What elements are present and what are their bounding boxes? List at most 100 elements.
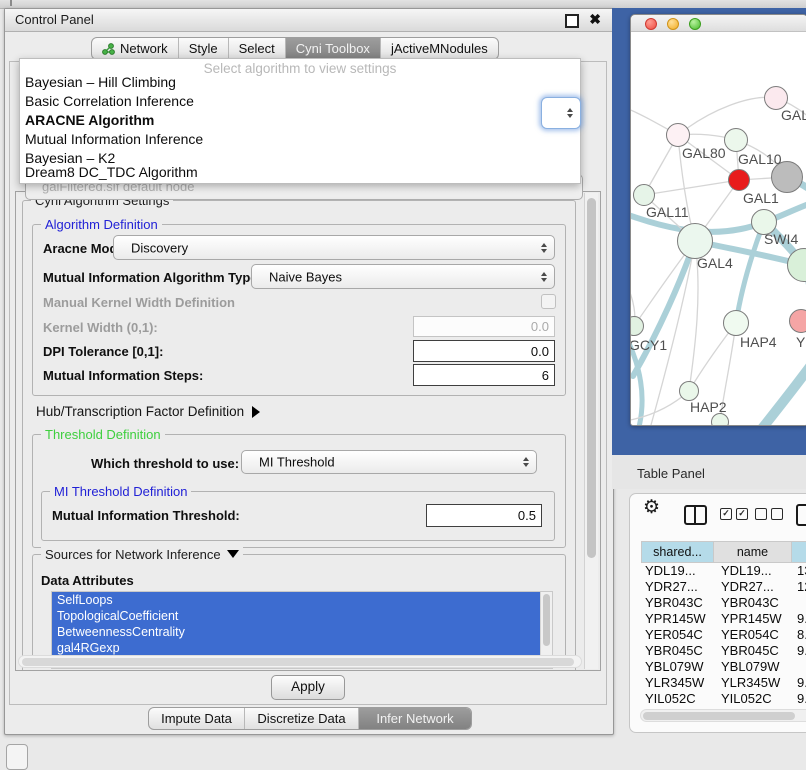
table-row[interactable]: YDL19...YDL19...13 <box>641 563 806 579</box>
graph-node[interactable] <box>723 310 749 336</box>
which-threshold-combo[interactable]: MI Threshold <box>241 450 537 474</box>
data-attributes-label: Data Attributes <box>41 573 134 588</box>
node-label: GAL4 <box>697 255 733 271</box>
list-item[interactable]: BetweennessCentrality <box>52 624 545 640</box>
column-header[interactable]: shared... <box>641 541 713 563</box>
mi-type-combo[interactable]: Naive Bayes <box>251 264 555 289</box>
scrollbar-thumb[interactable] <box>643 712 795 720</box>
manual-kernel-label: Manual Kernel Width Definition <box>43 295 235 310</box>
table-row[interactable]: YBR043CYBR043C <box>641 595 806 611</box>
graph-node-selected[interactable] <box>728 169 750 191</box>
apply-button[interactable]: Apply <box>271 675 345 700</box>
list-item[interactable]: gal4RGexp <box>52 640 545 656</box>
aracne-mode-combo[interactable]: Discovery <box>113 235 555 260</box>
deselect-all-checkboxes-icon[interactable] <box>755 508 783 520</box>
tab-cyni-toolbox[interactable]: Cyni Toolbox <box>286 38 381 59</box>
hub-definition-expander[interactable]: Hub/Transcription Factor Definition <box>36 404 260 419</box>
dropdown-item-dream8[interactable]: Dream8 DC_TDC Algorithm <box>20 163 580 182</box>
algorithm-combo-focus-ring[interactable] <box>541 97 581 129</box>
window-title: Control Panel <box>15 12 94 27</box>
table-header-row: shared... name <box>641 541 806 563</box>
threshold-definition-title: Threshold Definition <box>41 427 165 442</box>
node-label: GAL80 <box>682 145 726 161</box>
mi-type-label: Mutual Information Algorithm Type: <box>43 270 262 285</box>
table-row[interactable]: YER054CYER054C8. <box>641 627 806 643</box>
list-item[interactable]: SelfLoops <box>52 592 545 608</box>
node-label: Y <box>796 334 805 350</box>
tab-network[interactable]: Network <box>92 38 179 59</box>
zoom-traffic-light-icon[interactable] <box>689 18 701 30</box>
node-label: GCY1 <box>631 337 667 353</box>
minimized-panel-icon[interactable] <box>6 744 28 770</box>
kernel-width-field[interactable] <box>413 316 555 337</box>
graph-node[interactable] <box>633 184 655 206</box>
table-function-icon[interactable] <box>796 504 806 526</box>
mi-steps-field[interactable] <box>413 364 555 386</box>
column-header[interactable] <box>791 541 806 563</box>
tab-jactivemnodules[interactable]: jActiveMNodules <box>381 38 498 59</box>
table-panel: ⚙ ✓✓ shared... name YDL19...YDL19...13 Y… <box>629 493 806 733</box>
dropdown-item-basic-correlation[interactable]: Basic Correlation Inference <box>20 92 580 111</box>
algorithm-definition-title: Algorithm Definition <box>41 217 162 232</box>
tab-style[interactable]: Style <box>179 38 229 59</box>
graph-node[interactable] <box>666 123 690 147</box>
close-traffic-light-icon[interactable] <box>645 18 657 30</box>
float-window-icon[interactable] <box>565 14 579 28</box>
table-row[interactable]: YPR145WYPR145W9. <box>641 611 806 627</box>
scrollbar-thumb[interactable] <box>587 198 596 558</box>
dropdown-item-bayesian-hill-climbing[interactable]: Bayesian – Hill Climbing <box>20 73 580 92</box>
control-panel-window: Control Panel ✖ Network Style Select Cyn… <box>4 8 614 735</box>
table-panel-title: Table Panel <box>637 466 705 481</box>
mi-steps-label: Mutual Information Steps: <box>43 368 203 383</box>
gear-icon[interactable]: ⚙ <box>643 496 660 519</box>
network-view-window[interactable]: GAL GAL80 GAL10 GAL1 GAL11 SWI4 GAL4 GCY… <box>630 14 806 426</box>
manual-kernel-checkbox[interactable] <box>541 294 556 309</box>
table-panel-header: Table Panel <box>612 455 806 489</box>
mi-threshold-title: MI Threshold Definition <box>50 484 191 499</box>
combo-stepper-icon <box>523 457 529 467</box>
columns-icon[interactable] <box>684 505 707 525</box>
control-panel-tabs: Network Style Select Cyni Toolbox jActiv… <box>91 37 499 60</box>
tab-infer-network[interactable]: Infer Network <box>359 708 471 729</box>
table-row[interactable]: YDR27...YDR27...12 <box>641 579 806 595</box>
node-label: GAL10 <box>738 151 782 167</box>
dropdown-item-mutual-information[interactable]: Mutual Information Inference <box>20 130 580 149</box>
close-icon[interactable]: ✖ <box>589 11 601 28</box>
control-panel-titlebar[interactable]: Control Panel ✖ <box>5 9 613 32</box>
network-graph-canvas[interactable]: GAL GAL80 GAL10 GAL1 GAL11 SWI4 GAL4 GCY… <box>631 31 806 425</box>
table-horizontal-scrollbar[interactable] <box>640 709 806 722</box>
minimize-traffic-light-icon[interactable] <box>667 18 679 30</box>
combo-stepper-icon <box>541 243 547 253</box>
graph-node[interactable] <box>679 381 699 401</box>
dpi-tolerance-label: DPI Tolerance [0,1]: <box>43 344 163 359</box>
algorithm-definition-group: Algorithm Definition Aracne Mode: Discov… <box>32 224 566 396</box>
graph-node[interactable] <box>677 223 713 259</box>
list-item[interactable]: TopologicalCoefficient <box>52 608 545 624</box>
dropdown-item-aracne[interactable]: ARACNE Algorithm <box>20 111 580 130</box>
tab-discretize-data[interactable]: Discretize Data <box>245 708 359 729</box>
graph-node[interactable] <box>724 128 748 152</box>
algorithm-dropdown-popup: Select algorithm to view settings Bayesi… <box>19 58 581 184</box>
sources-title[interactable]: Sources for Network Inference <box>41 547 243 562</box>
table-row[interactable]: YBL079WYBL079W <box>641 659 806 675</box>
window-edge-mark <box>10 0 12 6</box>
node-label: SWI4 <box>764 231 798 247</box>
settings-vertical-scrollbar[interactable] <box>584 193 598 669</box>
cyni-bottom-tabs: Impute Data Discretize Data Infer Networ… <box>148 707 472 730</box>
scrollbar-thumb[interactable] <box>22 658 574 666</box>
tab-impute-data[interactable]: Impute Data <box>149 708 245 729</box>
settings-horizontal-scrollbar[interactable] <box>18 655 582 668</box>
table-row[interactable]: YBR045CYBR045C9. <box>641 643 806 659</box>
expand-arrow-icon <box>252 406 260 418</box>
graph-node[interactable] <box>789 309 806 333</box>
dpi-tolerance-field[interactable] <box>413 340 555 362</box>
threshold-definition-group: Threshold Definition Which threshold to … <box>32 434 566 548</box>
select-all-checkboxes-icon[interactable]: ✓✓ <box>720 508 748 520</box>
table-row[interactable]: YIL052CYIL052C9. <box>641 691 806 707</box>
mi-threshold-field[interactable] <box>426 504 542 527</box>
tab-select[interactable]: Select <box>229 38 286 59</box>
network-window-titlebar[interactable] <box>631 15 806 32</box>
column-header[interactable]: name <box>713 541 791 563</box>
scrollbar-thumb[interactable] <box>543 594 550 646</box>
table-row[interactable]: YLR345WYLR345W9. <box>641 675 806 691</box>
